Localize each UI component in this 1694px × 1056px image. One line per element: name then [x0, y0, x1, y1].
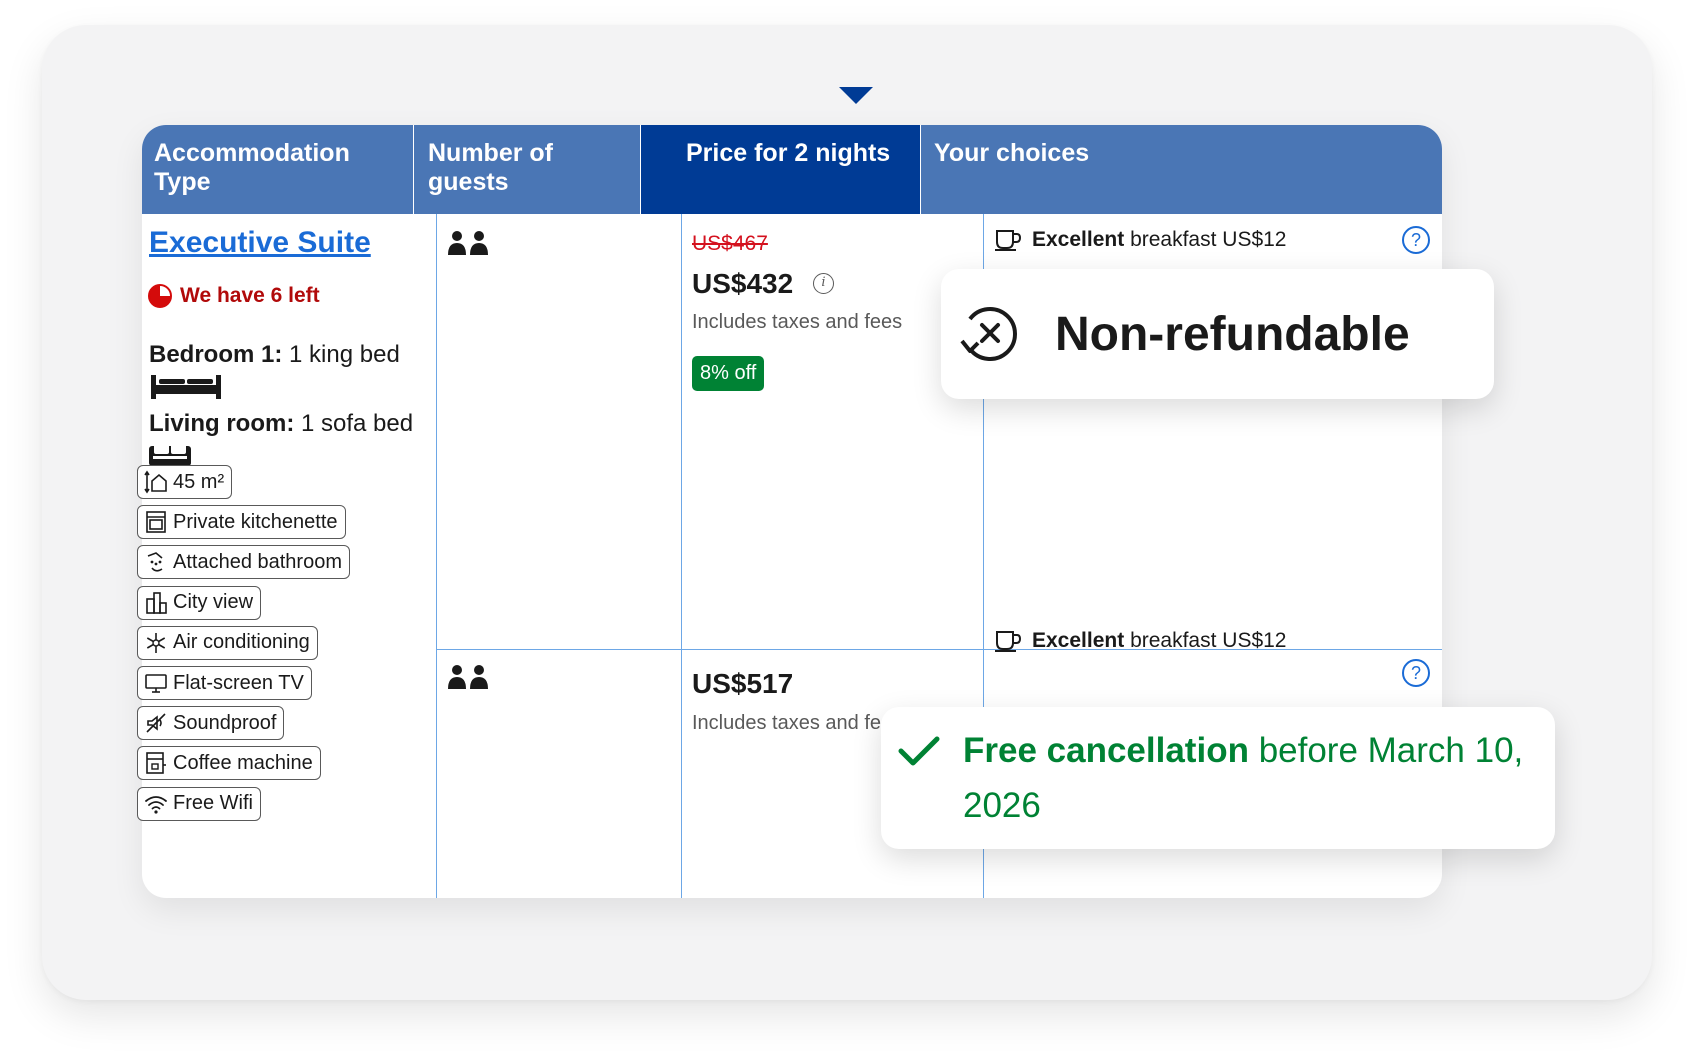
living-room-value: 1 sofa bed — [301, 410, 414, 437]
free-cancellation-label: Free cancellation — [963, 731, 1249, 770]
scarcity-text: We have 6 left — [180, 284, 320, 307]
discount-badge: 8% off — [692, 356, 765, 391]
header-label: Your choices — [934, 139, 1090, 167]
facility-label: Private kitchenette — [173, 510, 338, 533]
facility-chip: Air conditioning — [137, 625, 318, 660]
facility-label: Soundproof — [173, 711, 277, 734]
breakfast-quality: Excellent — [1032, 228, 1125, 251]
tv-icon — [145, 674, 167, 693]
city-icon — [146, 591, 167, 614]
facility-chip: Soundproof — [137, 706, 285, 741]
facility-chip: Flat-screen TV — [137, 666, 312, 700]
wifi-icon — [145, 795, 167, 814]
facility-chip: Free Wifi — [137, 786, 261, 821]
non-refundable-callout: Non-refundable — [941, 269, 1494, 399]
breakfast-quality: Excellent — [1032, 629, 1125, 652]
current-price: US$517 — [692, 668, 794, 699]
original-price: US$467 — [692, 232, 768, 255]
header-price: Price for 2 nights — [641, 125, 920, 214]
facility-label: Free Wifi — [173, 792, 253, 815]
price-header-pointer — [839, 87, 873, 104]
kitchenette-icon — [146, 511, 166, 533]
header-your-choices: Your choices — [921, 125, 1442, 214]
breakfast-option: Excellent breakfast US$12 — [994, 629, 1287, 653]
current-price: US$432 — [692, 268, 794, 299]
coffee-cup-icon — [995, 631, 1022, 652]
row-divider — [436, 649, 1442, 650]
room-size-icon — [144, 470, 167, 494]
bedroom-label: Bedroom 1: — [149, 341, 283, 368]
non-refundable-text: Non-refundable — [1055, 308, 1410, 361]
facility-chip: Private kitchenette — [137, 505, 346, 540]
breakfast-option: Excellent breakfast US$12 — [994, 228, 1287, 252]
facility-label: City view — [173, 591, 254, 614]
bedroom-value: 1 king bed — [289, 341, 400, 368]
living-room-label: Living room: — [149, 410, 295, 437]
living-room-line: Living room: 1 sofa bed — [149, 410, 413, 438]
facility-label: 45 m² — [173, 470, 225, 493]
breakfast-price: breakfast US$12 — [1130, 228, 1287, 251]
header-label: Number of guests — [428, 139, 553, 196]
header-label: Accommodation Type — [154, 139, 350, 196]
checkmark-icon — [898, 736, 940, 766]
column-divider — [681, 214, 682, 898]
facility-label: Air conditioning — [173, 631, 310, 654]
facility-label: Attached bathroom — [173, 550, 342, 573]
facility-chip: Coffee machine — [137, 746, 321, 781]
king-bed-icon — [151, 375, 221, 399]
free-cancellation-callout: Free cancellation before March 10, 2026 — [881, 707, 1555, 849]
bathroom-icon — [147, 552, 163, 572]
taxes-note: Includes taxes and fe — [692, 712, 882, 734]
free-cancellation-text: Free cancellation before March 10, 2026 — [963, 723, 1543, 833]
coffee-cup-icon — [995, 230, 1022, 251]
bedroom-line: Bedroom 1: 1 king bed — [149, 341, 400, 369]
facility-chip: Attached bathroom — [137, 545, 350, 580]
two-guests-icon — [448, 665, 488, 689]
scarcity-badge: We have 6 left — [148, 284, 320, 308]
column-divider — [436, 214, 437, 898]
info-icon[interactable]: i — [813, 273, 834, 294]
breakfast-price: breakfast US$12 — [1130, 629, 1287, 652]
scarcity-pie-icon — [148, 284, 172, 308]
facility-label: Flat-screen TV — [173, 671, 304, 694]
soundproof-icon — [146, 713, 166, 733]
facility-chip: City view — [137, 585, 262, 620]
non-refundable-icon — [960, 307, 1017, 361]
help-icon[interactable]: ? — [1402, 659, 1430, 687]
taxes-note: Includes taxes and fees — [692, 311, 903, 333]
help-icon[interactable]: ? — [1402, 226, 1430, 254]
header-label: Price for 2 nights — [686, 139, 891, 167]
facility-label: Coffee machine — [173, 751, 313, 774]
header-accommodation-type: Accommodation Type — [142, 125, 413, 214]
coffee-machine-icon — [146, 752, 166, 775]
header-number-of-guests: Number of guests — [414, 125, 640, 214]
snowflake-icon — [146, 632, 166, 653]
facility-chip: 45 m² — [137, 465, 233, 499]
room-name-link[interactable]: Executive Suite — [149, 226, 371, 260]
two-guests-icon — [448, 231, 488, 255]
